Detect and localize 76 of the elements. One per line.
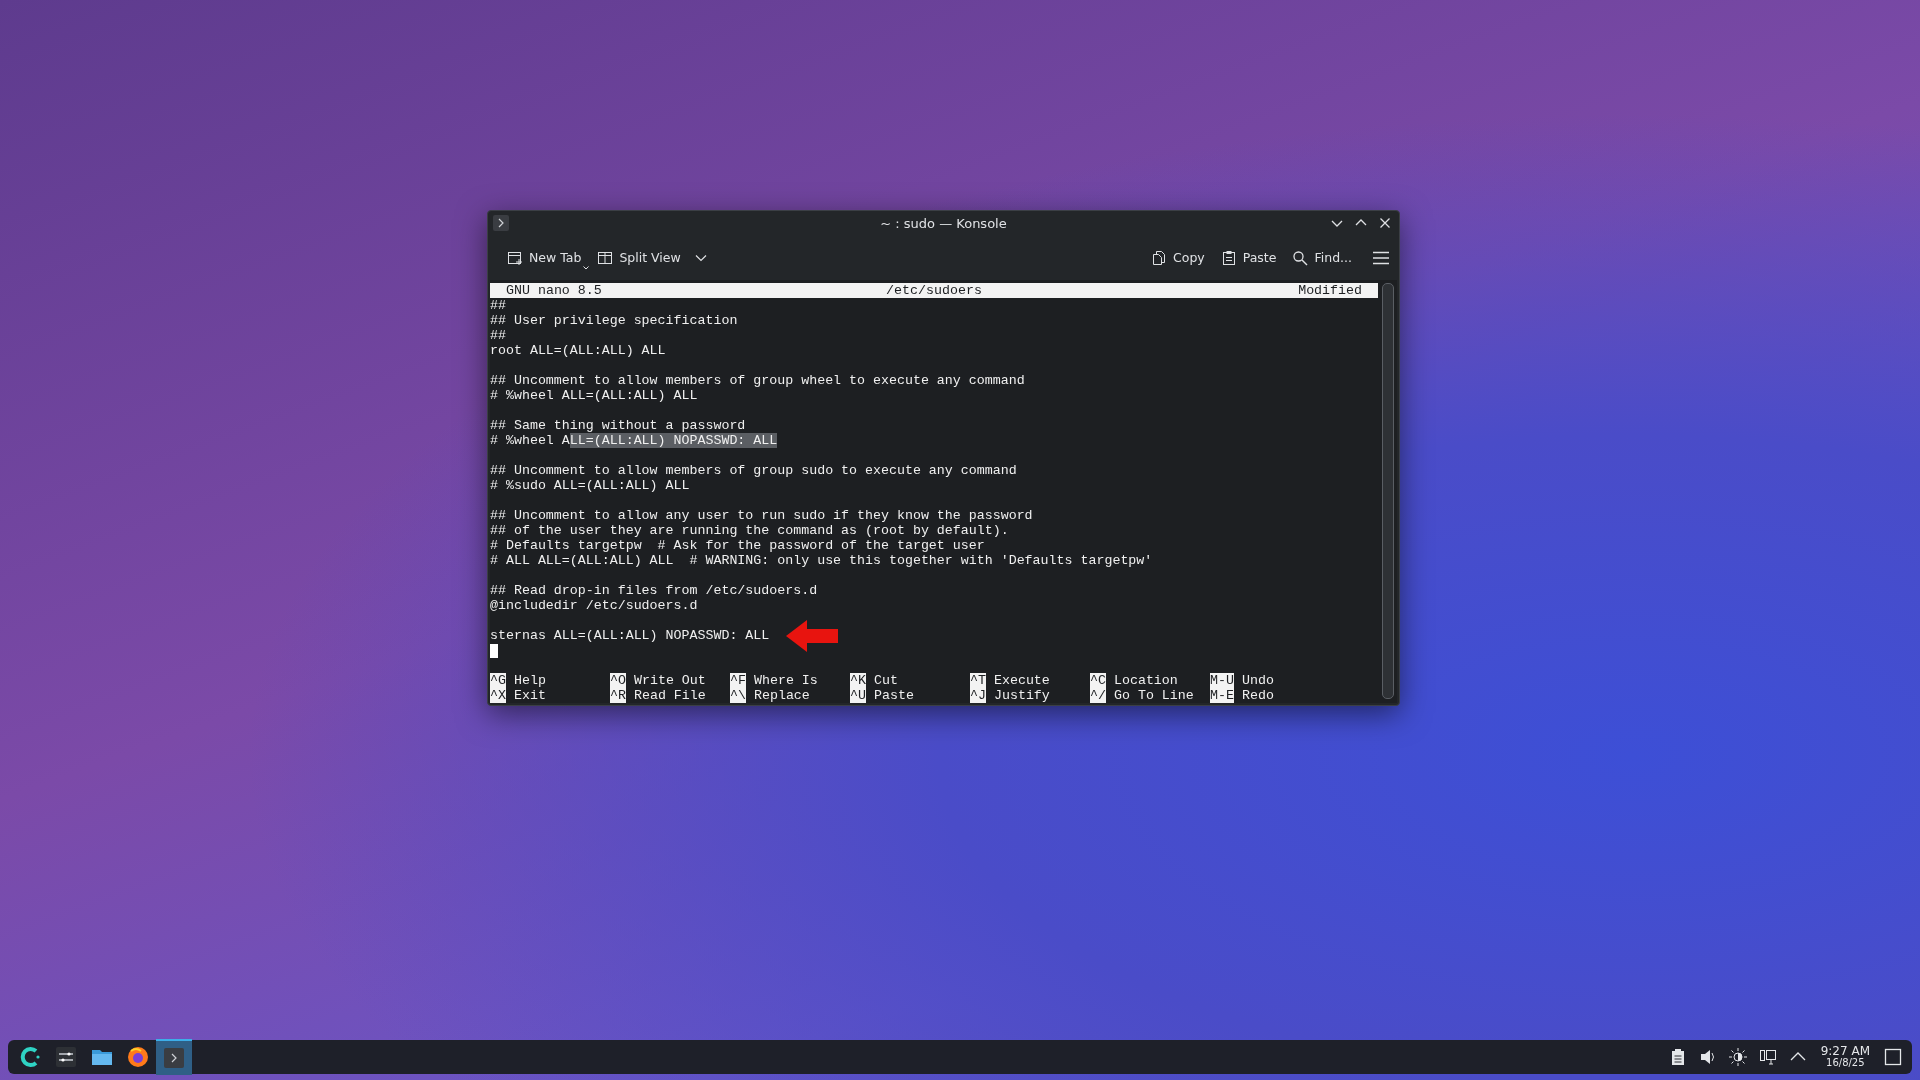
code-line: ## xyxy=(490,298,506,313)
code-line: ## Uncomment to allow any user to run sudo if they know the password xyxy=(490,508,1033,523)
text-cursor xyxy=(490,643,498,658)
shortcut-key: ^K xyxy=(850,673,866,688)
browser-logo-icon xyxy=(127,1046,149,1068)
terminal-icon xyxy=(163,1047,185,1069)
split-view-icon xyxy=(597,249,614,266)
selected-text: LL=(ALL:ALL) NOPASSWD: ALL xyxy=(569,433,778,448)
shortcut-label: Write Out xyxy=(633,673,706,688)
shortcut-label: Replace xyxy=(753,688,810,703)
code-line: ## Uncomment to allow members of group wheel to execute any command xyxy=(490,373,1025,388)
code-line: ## Read drop-in files from /etc/sudoers.d xyxy=(490,583,818,598)
file-name: /etc/sudoers xyxy=(885,283,983,298)
shortcut-label: Read File xyxy=(633,688,706,703)
close-button[interactable] xyxy=(1379,217,1391,230)
show-desktop-button[interactable] xyxy=(1884,1048,1902,1066)
shortcut-label: Cut xyxy=(873,673,898,688)
shortcut-key: ^C xyxy=(1090,673,1106,688)
code-line: # %wheel ALL=(ALL:ALL) ALL xyxy=(490,388,698,403)
menu-button[interactable] xyxy=(1373,250,1389,265)
shortcut-label: Location xyxy=(1113,673,1178,688)
code-line: sternas ALL=(ALL:ALL) NOPASSWD: ALL xyxy=(490,628,770,643)
shortcut-label: Justify xyxy=(993,688,1050,703)
window-title: ~ : sudo — Konsole xyxy=(879,215,1008,231)
shortcut-key: ^R xyxy=(610,688,626,703)
copy-icon xyxy=(1151,249,1167,266)
shortcut-key: M-E xyxy=(1210,688,1234,703)
shortcut-key: ^F xyxy=(730,673,746,688)
shortcut-key: ^U xyxy=(850,688,866,703)
scrollbar[interactable] xyxy=(1382,283,1394,699)
shortcut-key: M-U xyxy=(1210,673,1234,688)
shortcut-label: Go To Line xyxy=(1113,688,1194,703)
shortcut-key: ^J xyxy=(970,688,986,703)
shortcut-key: ^T xyxy=(970,673,986,688)
code-line: # %sudo ALL=(ALL:ALL) ALL xyxy=(490,478,690,493)
code-line: ## xyxy=(490,328,506,343)
shortcut-key: ^X xyxy=(490,688,506,703)
caret-icon xyxy=(583,265,590,270)
paste-button[interactable]: Paste xyxy=(1215,245,1282,270)
sliders-icon xyxy=(55,1046,77,1068)
shortcut-key: ^\ xyxy=(730,688,746,703)
code-line: ## Same thing without a password xyxy=(490,418,746,433)
new-tab-button[interactable]: New Tab xyxy=(502,245,587,270)
terminal-icon xyxy=(493,215,509,232)
shortcut-key: ^/ xyxy=(1090,688,1106,703)
shortcut-label: Help xyxy=(513,673,546,688)
code-line: # Defaults targetpw # Ask for the password of the target user xyxy=(490,538,985,553)
code-line: # ALL ALL=(ALL:ALL) ALL # WARNING: only use this together with 'Defaults targetpw' xyxy=(490,553,1153,568)
clock[interactable]: 9:27 AM 16/8/25 xyxy=(1820,1045,1870,1069)
shortcut-label: Paste xyxy=(873,688,914,703)
code-line: ## of the user they are running the command as (root by default). xyxy=(490,523,1009,538)
new-tab-icon xyxy=(507,249,523,266)
clipboard-icon xyxy=(1220,249,1237,266)
search-icon xyxy=(1292,249,1309,266)
split-view-button[interactable]: Split View xyxy=(592,245,712,270)
launcher-logo-icon xyxy=(19,1046,41,1068)
shortcut-key: ^G xyxy=(490,673,506,688)
shortcut-label: Redo xyxy=(1241,688,1274,703)
code-line: # %wheel ALL=(ALL:ALL) NOPASSWD: ALL xyxy=(490,433,778,448)
modified-status: Modified xyxy=(1297,283,1363,298)
code-line: @includedir /etc/sudoers.d xyxy=(490,598,698,613)
shortcut-label: Execute xyxy=(993,673,1050,688)
terminal-taskbar-button[interactable] xyxy=(156,1039,192,1075)
caret-icon xyxy=(694,253,707,262)
code-line: ## Uncomment to allow members of group sudo to execute any command xyxy=(490,463,1017,478)
find-button[interactable]: Find... xyxy=(1287,245,1357,270)
shortcut-label: Undo xyxy=(1241,673,1274,688)
code-line: ## User privilege specification xyxy=(490,313,738,328)
shortcut-key: ^O xyxy=(610,673,626,688)
code-line: root ALL=(ALL:ALL) ALL xyxy=(490,343,666,358)
shortcut-label: Exit xyxy=(513,688,546,703)
clock-date: 16/8/25 xyxy=(1826,1057,1865,1069)
nano-version: GNU nano 8.5 xyxy=(505,283,603,298)
copy-button[interactable]: Copy xyxy=(1146,245,1210,270)
clock-time: 9:27 AM xyxy=(1820,1045,1870,1057)
shortcut-label: Where Is xyxy=(753,673,818,688)
